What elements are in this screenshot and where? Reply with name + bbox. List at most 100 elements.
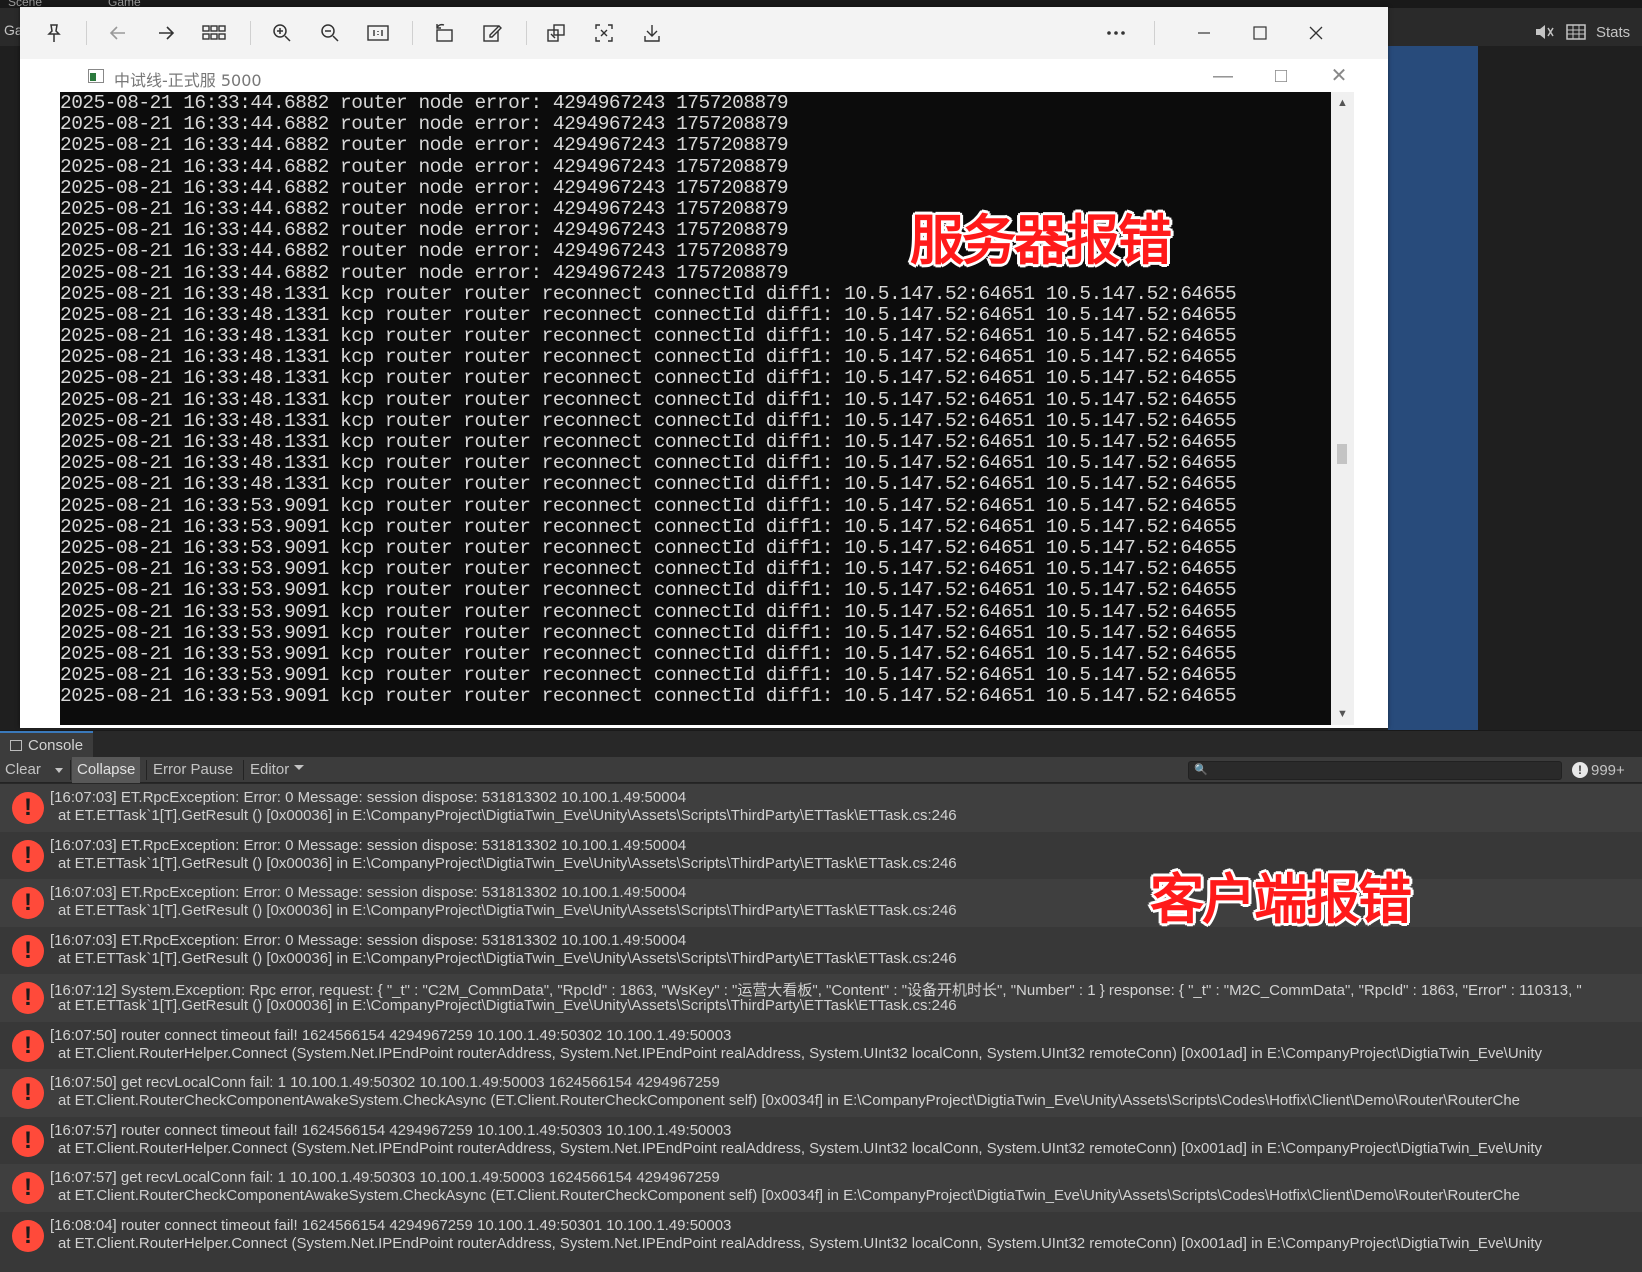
log-message: [16:07:03] ET.RpcException: Error: 0 Mes…	[50, 789, 687, 806]
tab-console[interactable]: Console	[0, 731, 94, 758]
log-stacktrace: at ET.Client.RouterHelper.Connect (Syste…	[58, 1234, 1543, 1252]
log-stacktrace: at ET.ETTask`1[T].GetResult () [0x00036]…	[58, 997, 957, 1014]
error-pause-toggle[interactable]: Error Pause	[148, 757, 238, 783]
grid-icon[interactable]	[200, 19, 228, 47]
convert-icon[interactable]	[542, 19, 570, 47]
collapse-toggle[interactable]: Collapse	[72, 757, 141, 783]
log-stacktrace: at ET.ETTask`1[T].GetResult () [0x00036]…	[58, 949, 957, 967]
cmd-log-line: 2025-08-21 16:33:53.9091 kcp router rout…	[60, 558, 1237, 581]
toolbar-divider	[243, 760, 244, 780]
cmd-maximize-icon: □	[1274, 65, 1288, 87]
log-stacktrace: at ET.Client.RouterHelper.Connect (Syste…	[58, 1139, 1543, 1157]
pin-icon[interactable]	[40, 19, 68, 47]
clear-button[interactable]: Clear	[0, 757, 46, 783]
cmd-log-line: 2025-08-21 16:33:48.1331 kcp router rout…	[60, 325, 1237, 348]
maximize-icon[interactable]	[1246, 19, 1274, 47]
editor-dropdown-label: Editor	[250, 761, 290, 778]
log-entry[interactable]: ! [16:08:04] router connect timeout fail!…	[0, 1211, 1642, 1259]
log-stacktrace: at ET.Client.RouterCheckComponentAwakeSy…	[58, 1187, 1521, 1204]
viewer-toolbar	[20, 7, 1388, 59]
log-entry[interactable]: ! [16:07:50] router connect timeout fail!…	[0, 1021, 1642, 1069]
log-stacktrace: at ET.ETTask`1[T].GetResult () [0x00036]…	[58, 854, 957, 872]
console-search-input[interactable]: 🔍	[1188, 761, 1562, 780]
log-message: [16:07:57] router connect timeout fail! …	[50, 1121, 732, 1139]
cmd-log-line: 2025-08-21 16:33:53.9091 kcp router rout…	[60, 494, 1237, 517]
console-tabbar: Console	[0, 730, 1642, 758]
cmd-console-output: 2025-08-21 16:33:44.6882 router node err…	[60, 92, 1331, 725]
cmd-log-line: 2025-08-21 16:33:53.9091 kcp router rout…	[60, 600, 1237, 623]
cmd-log-line: 2025-08-21 16:33:44.6882 router node err…	[60, 134, 789, 157]
log-stacktrace: at ET.Client.RouterHelper.Connect (Syste…	[58, 1044, 1543, 1062]
error-icon: !	[12, 1029, 44, 1062]
cmd-log-line: 2025-08-21 16:33:48.1331 kcp router rout…	[60, 473, 1237, 496]
error-icon: !	[12, 1219, 44, 1252]
editor-dropdown[interactable]: Editor	[245, 757, 310, 783]
cmd-minimize-icon: —	[1213, 65, 1233, 87]
error-icon: !	[12, 1172, 44, 1204]
log-message: [16:07:50] get recvLocalConn fail: 1 10.…	[50, 1074, 720, 1091]
cmd-log-line: 2025-08-21 16:33:53.9091 kcp router rout…	[60, 536, 1237, 559]
cmd-log-line: 2025-08-21 16:33:48.1331 kcp router rout…	[60, 452, 1237, 475]
cmd-log-line: 2025-08-21 16:33:53.9091 kcp router rout…	[60, 664, 1237, 687]
error-count-icon: !	[1572, 762, 1588, 778]
log-entry[interactable]: ! [16:07:12] System.Exception: Rpc error,…	[0, 974, 1642, 1022]
cmd-close-icon: ✕	[1330, 65, 1348, 87]
toolbar-divider	[250, 21, 251, 45]
actual-size-icon[interactable]	[364, 19, 392, 47]
game-right-tools: Stats	[1532, 18, 1630, 46]
zoom-out-icon[interactable]	[316, 19, 344, 47]
clear-options-dropdown[interactable]	[50, 757, 68, 783]
toolbar-divider	[70, 760, 71, 780]
chevron-down-icon	[294, 765, 305, 770]
cmd-log-line: 2025-08-21 16:33:53.9091 kcp router rout…	[60, 579, 1237, 602]
cmd-log-line: 2025-08-21 16:33:48.1331 kcp router rout…	[60, 346, 1237, 369]
log-message: [16:08:04] router connect timeout fail! …	[50, 1216, 732, 1234]
edit-icon[interactable]	[478, 19, 506, 47]
image-viewer-window: 中试线-正式服 5000 — □ ✕ 2025-08-21 16:33:44.6…	[20, 7, 1388, 728]
unity-left-panel	[0, 46, 20, 730]
stats-button[interactable]: Stats	[1596, 24, 1630, 41]
error-icon: !	[12, 1077, 44, 1109]
cmd-log-lines: 2025-08-21 16:33:44.6882 router node err…	[60, 92, 1237, 708]
cmd-log-line: 2025-08-21 16:33:53.9091 kcp router rout…	[60, 515, 1237, 538]
error-count-toggle[interactable]: ! 999+	[1572, 757, 1625, 783]
console-toolbar: Clear Collapse Error Pause Editor 🔍 ! 99…	[0, 757, 1642, 783]
fit-icon[interactable]	[590, 19, 618, 47]
cmd-scrollbar: ▲ ▼	[1331, 92, 1354, 725]
gizmos-grid-icon[interactable]	[1564, 21, 1588, 43]
toolbar-divider	[146, 760, 147, 780]
error-icon: !	[12, 839, 44, 872]
more-icon[interactable]	[1102, 19, 1130, 47]
log-message: [16:07:03] ET.RpcException: Error: 0 Mes…	[50, 836, 687, 854]
back-arrow-icon[interactable]	[104, 19, 132, 47]
log-entry[interactable]: ! [16:07:03] ET.RpcException: Error: 0 Me…	[0, 784, 1642, 832]
error-icon: !	[12, 934, 44, 967]
cmd-log-line: 2025-08-21 16:33:53.9091 kcp router rout…	[60, 621, 1237, 644]
toolbar-divider	[1154, 21, 1155, 45]
save-icon[interactable]	[638, 19, 666, 47]
log-message: [16:07:03] ET.RpcException: Error: 0 Mes…	[50, 884, 687, 901]
log-entry[interactable]: ! [16:07:50] get recvLocalConn fail: 1 10…	[0, 1069, 1642, 1117]
log-stacktrace: at ET.Client.RouterCheckComponentAwakeSy…	[58, 1092, 1521, 1109]
cmd-log-line: 2025-08-21 16:33:53.9091 kcp router rout…	[60, 685, 1237, 708]
server-error-annotation: 服务器报错	[910, 209, 1172, 272]
rotate-icon[interactable]	[430, 19, 458, 47]
mute-audio-icon[interactable]	[1532, 21, 1556, 43]
error-icon: !	[12, 792, 44, 824]
cmd-log-line: 2025-08-21 16:33:44.6882 router node err…	[60, 92, 789, 114]
zoom-in-icon[interactable]	[268, 19, 296, 47]
cmd-log-line: 2025-08-21 16:33:48.1331 kcp router rout…	[60, 367, 1237, 390]
forward-arrow-icon[interactable]	[152, 19, 180, 47]
client-error-annotation: 客户端报错	[1150, 868, 1412, 931]
console-tab-label: Console	[28, 737, 84, 754]
log-message: [16:07:03] ET.RpcException: Error: 0 Mes…	[50, 931, 687, 949]
toolbar-divider	[86, 21, 87, 45]
error-icon: !	[12, 982, 44, 1014]
log-message: [16:07:50] router connect timeout fail! …	[50, 1026, 732, 1044]
minimize-icon[interactable]	[1190, 19, 1218, 47]
log-entry[interactable]: ! [16:07:57] get recvLocalConn fail: 1 10…	[0, 1164, 1642, 1212]
log-entry[interactable]: ! [16:07:57] router connect timeout fail!…	[0, 1116, 1642, 1164]
toolbar-divider	[412, 21, 413, 45]
cmd-log-line: 2025-08-21 16:33:44.6882 router node err…	[60, 155, 789, 178]
close-icon[interactable]	[1302, 19, 1330, 47]
